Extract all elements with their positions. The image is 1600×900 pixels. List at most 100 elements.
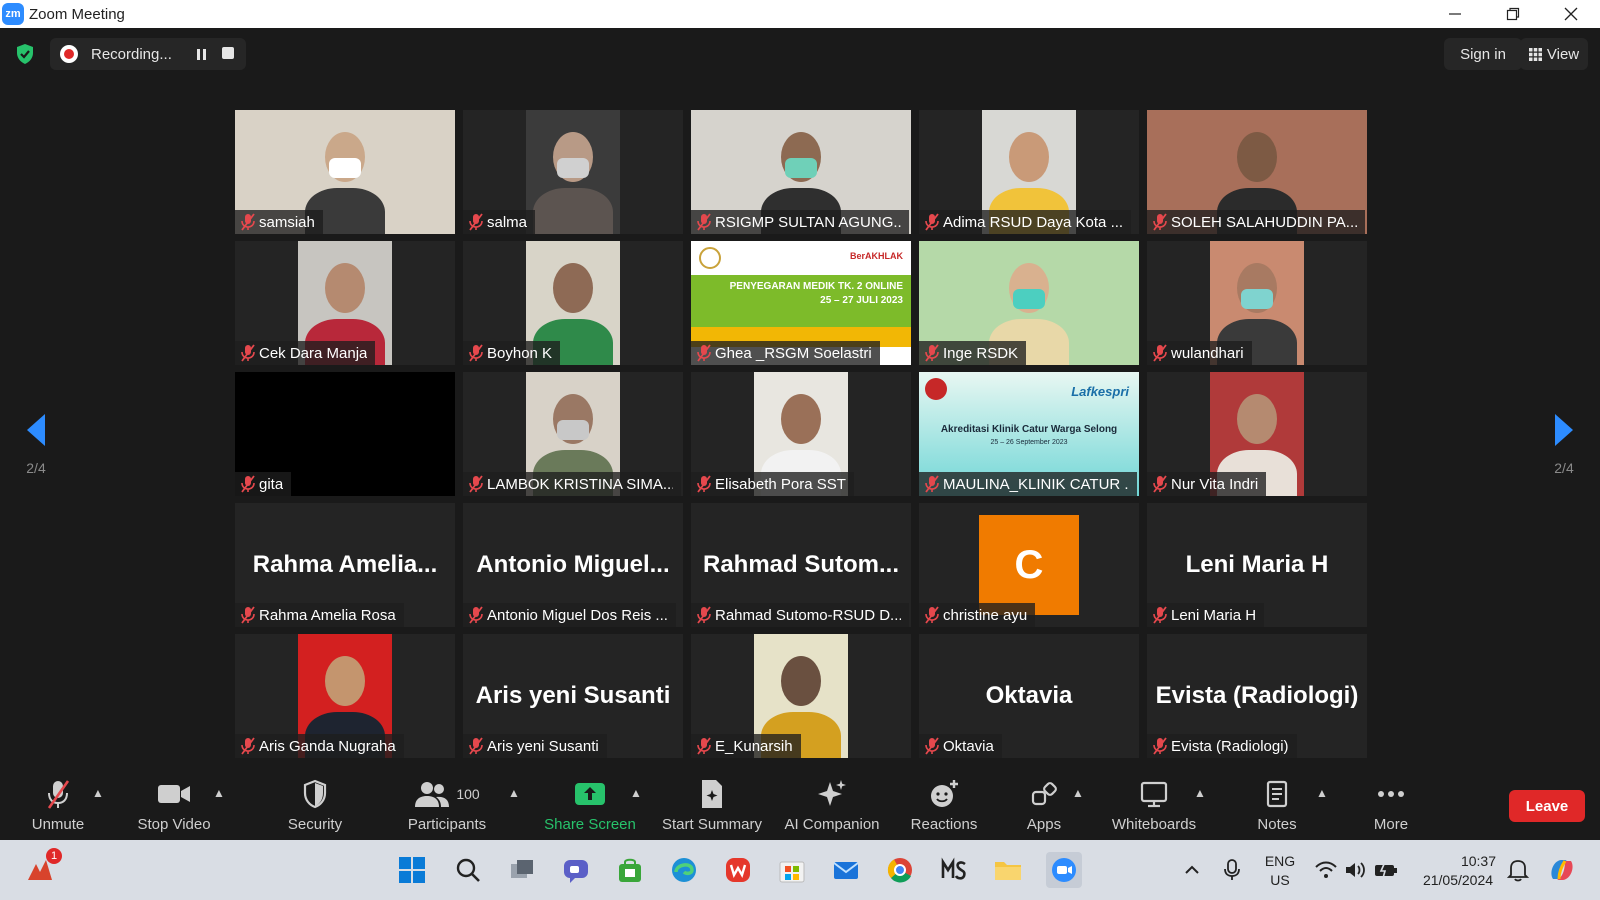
- participant-name: samsiah: [259, 213, 315, 231]
- participant-tile[interactable]: Aris yeni Susanti Aris yeni Susanti: [463, 634, 683, 758]
- participant-tile[interactable]: Elisabeth Pora SST: [691, 372, 911, 496]
- participant-name: Adima RSUD Daya Kota ...: [943, 213, 1124, 231]
- participant-tile[interactable]: Cek Dara Manja: [235, 241, 455, 365]
- banner-tag: BerAKHLAK: [849, 251, 903, 261]
- apps-button[interactable]: Apps: [1022, 768, 1066, 840]
- participant-tile[interactable]: salma: [463, 110, 683, 234]
- microphone-tray-icon[interactable]: [1216, 854, 1248, 886]
- zoom-taskbar-icon[interactable]: [1046, 852, 1082, 888]
- more-button[interactable]: More: [1368, 768, 1414, 840]
- participant-tile[interactable]: Cchristine ayu: [919, 503, 1139, 627]
- minimize-button[interactable]: [1426, 0, 1484, 28]
- leave-meeting-button[interactable]: Leave: [1509, 790, 1585, 822]
- participant-tile[interactable]: Antonio Miguel... Antonio Miguel Dos Reis…: [463, 503, 683, 627]
- file-explorer-taskbar-icon[interactable]: [992, 854, 1024, 886]
- sign-in-button[interactable]: Sign in: [1444, 38, 1522, 70]
- participant-tile[interactable]: gita: [235, 372, 455, 496]
- start-button[interactable]: [396, 854, 428, 886]
- participant-tile[interactable]: Leni Maria H Leni Maria H: [1147, 503, 1367, 627]
- store-app-taskbar-icon[interactable]: [614, 854, 646, 886]
- participant-tile[interactable]: Evista (Radiologi) Evista (Radiologi): [1147, 634, 1367, 758]
- stop-recording-button[interactable]: [222, 47, 234, 59]
- windows-start-icon: [399, 857, 425, 883]
- muted-mic-icon: [237, 604, 259, 626]
- close-window-button[interactable]: [1542, 0, 1600, 28]
- participant-name: LAMBOK KRISTINA SIMA...: [487, 475, 673, 493]
- muted-mic-icon: [921, 735, 943, 757]
- participant-name: christine ayu: [943, 606, 1028, 624]
- reactions-button[interactable]: Reactions: [908, 768, 980, 840]
- participant-tile[interactable]: Aris Ganda Nugraha: [235, 634, 455, 758]
- participant-name: salma: [487, 213, 528, 231]
- page-indicator-left: 2/4: [26, 460, 46, 476]
- stop-video-button[interactable]: Stop Video: [132, 768, 216, 840]
- show-hidden-icons-button[interactable]: [1176, 854, 1208, 886]
- unmute-button[interactable]: Unmute: [22, 768, 94, 840]
- input-language-indicator[interactable]: ENG US: [1262, 852, 1298, 890]
- restore-button[interactable]: [1484, 0, 1542, 28]
- wifi-tray-icon[interactable]: [1310, 854, 1342, 886]
- participant-initial-avatar: C: [979, 515, 1079, 615]
- meeting-topbar: Recording... Sign in View: [0, 28, 1600, 80]
- ms-app-taskbar-icon[interactable]: [938, 854, 970, 886]
- office-app-taskbar-icon[interactable]: 1: [24, 848, 62, 886]
- edge-browser-taskbar-icon[interactable]: [668, 854, 700, 886]
- next-page-arrow-icon[interactable]: [1551, 412, 1577, 448]
- participant-tile[interactable]: SOLEH SALAHUDDIN PA...: [1147, 110, 1367, 234]
- whiteboards-options-caret[interactable]: ▲: [1194, 786, 1206, 800]
- copilot-taskbar-icon[interactable]: [1546, 854, 1578, 886]
- search-taskbar-button[interactable]: [452, 854, 484, 886]
- mail-taskbar-icon[interactable]: [830, 854, 862, 886]
- participant-tile[interactable]: LAMBOK KRISTINA SIMA...: [463, 372, 683, 496]
- participant-tile[interactable]: wulandhari: [1147, 241, 1367, 365]
- chat-taskbar-icon[interactable]: [560, 854, 592, 886]
- pause-recording-button[interactable]: [193, 46, 209, 62]
- microsoft-store-taskbar-icon[interactable]: [776, 854, 808, 886]
- participant-tile[interactable]: Lafkespri Akreditasi Klinik Catur Warga S…: [919, 372, 1139, 496]
- start-summary-button[interactable]: Start Summary: [660, 768, 764, 840]
- whiteboards-button[interactable]: Whiteboards: [1108, 768, 1200, 840]
- notes-button[interactable]: Notes: [1250, 768, 1304, 840]
- clock[interactable]: 10:37 21/05/2024: [1414, 852, 1502, 890]
- previous-page-arrow-icon[interactable]: [23, 412, 49, 448]
- apps-options-caret[interactable]: ▲: [1072, 786, 1084, 800]
- task-view-button[interactable]: [506, 854, 538, 886]
- participant-tile[interactable]: Inge RSDK: [919, 241, 1139, 365]
- participant-nameplate: Ghea _RSGM Soelastri: [691, 341, 880, 365]
- volume-tray-icon[interactable]: [1340, 854, 1372, 886]
- security-button[interactable]: Security: [280, 768, 350, 840]
- participant-tile[interactable]: Boyhon K: [463, 241, 683, 365]
- participants-options-caret[interactable]: ▲: [508, 786, 520, 800]
- encryption-shield-icon[interactable]: [13, 42, 37, 66]
- notes-options-caret[interactable]: ▲: [1316, 786, 1328, 800]
- chrome-taskbar-icon[interactable]: [884, 854, 916, 886]
- participant-tile[interactable]: Rahmad Sutom... Rahmad Sutomo-RSUD D...: [691, 503, 911, 627]
- muted-mic-icon: [465, 735, 487, 757]
- participant-tile[interactable]: Nur Vita Indri: [1147, 372, 1367, 496]
- notifications-button[interactable]: [1502, 854, 1534, 886]
- share-screen-label: Share Screen: [544, 816, 636, 833]
- muted-mic-icon: [693, 211, 715, 233]
- participant-tile[interactable]: Rahma Amelia... Rahma Amelia Rosa: [235, 503, 455, 627]
- participant-tile[interactable]: E_Kunarsih: [691, 634, 911, 758]
- participant-name: Antonio Miguel Dos Reis ...: [487, 606, 668, 624]
- participant-name: Boyhon K: [487, 344, 553, 362]
- microphone-icon: [1224, 859, 1240, 880]
- participant-tile[interactable]: BerAKHLAK PENYEGARAN MEDIK TK. 2 ONLINE 25…: [691, 241, 911, 365]
- participant-tile[interactable]: Oktavia Oktavia: [919, 634, 1139, 758]
- participant-tile[interactable]: Adima RSUD Daya Kota ...: [919, 110, 1139, 234]
- unmute-label: Unmute: [31, 816, 85, 833]
- share-screen-button[interactable]: Share Screen: [542, 768, 638, 840]
- participant-tile[interactable]: RSIGMP SULTAN AGUNG...: [691, 110, 911, 234]
- battery-tray-icon[interactable]: [1370, 854, 1402, 886]
- participant-tile[interactable]: samsiah: [235, 110, 455, 234]
- view-button[interactable]: View: [1520, 38, 1588, 70]
- video-options-caret[interactable]: ▲: [213, 786, 225, 800]
- participant-nameplate: Leni Maria H: [1147, 603, 1265, 627]
- notes-label: Notes: [1257, 816, 1297, 833]
- participants-button[interactable]: 100 Participants: [400, 768, 494, 840]
- audio-options-caret[interactable]: ▲: [92, 786, 104, 800]
- share-options-caret[interactable]: ▲: [630, 786, 642, 800]
- ai-companion-button[interactable]: AI Companion: [782, 768, 882, 840]
- wps-office-taskbar-icon[interactable]: [722, 854, 754, 886]
